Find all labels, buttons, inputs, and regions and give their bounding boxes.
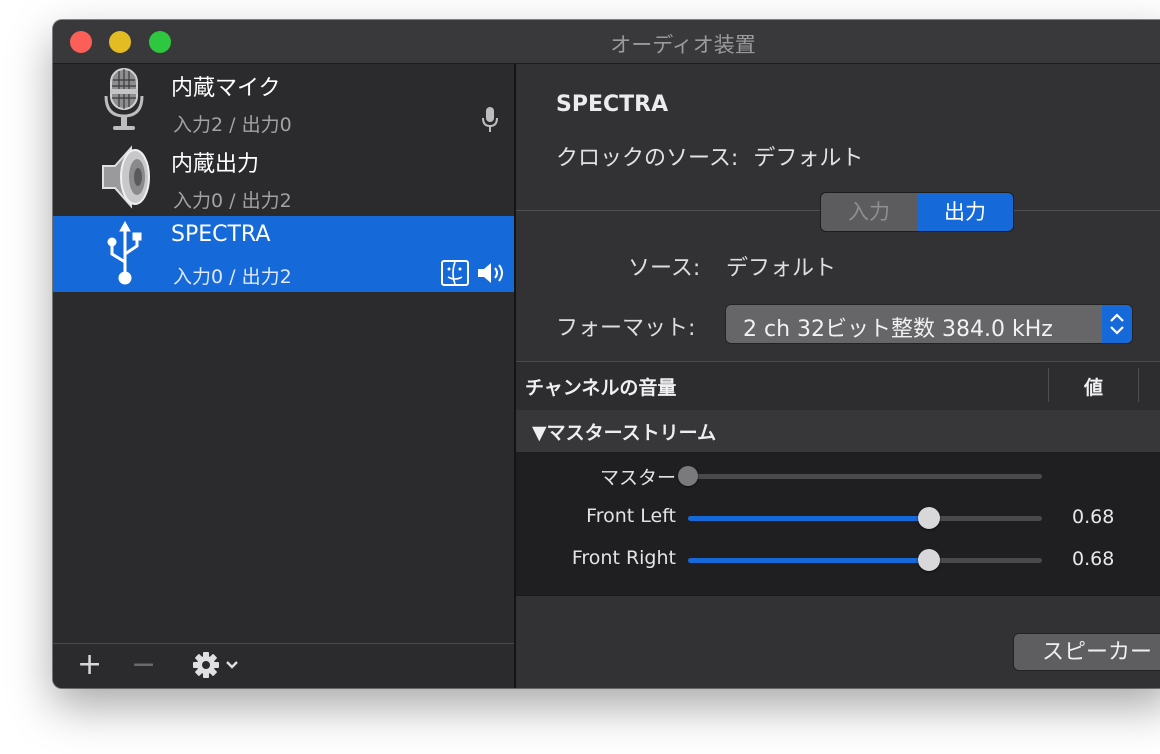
group-title: ▼マスターストリーム bbox=[532, 422, 717, 444]
device-name: 内蔵出力 bbox=[171, 152, 260, 177]
channel-label: マスター bbox=[599, 467, 676, 489]
clock-source: クロックのソース: デフォルト bbox=[556, 140, 863, 172]
title-bar: オーディオ装置 bbox=[53, 20, 1160, 64]
column-separator bbox=[1138, 368, 1139, 402]
device-io: 入力0 / 出力2 bbox=[173, 190, 292, 212]
window-title: オーディオ装置 bbox=[610, 33, 756, 57]
device-item-spectra[interactable]: SPECTRA 入力0 / 出力2 bbox=[53, 216, 514, 292]
chevron-updown-icon bbox=[1102, 305, 1132, 343]
device-title: SPECTRA bbox=[556, 92, 669, 117]
device-detail-pane: SPECTRA クロックのソース: デフォルト 入力 出力 ソース: デフォルト… bbox=[516, 64, 1160, 688]
clock-source-label: クロックのソース: bbox=[556, 146, 739, 171]
volume-slider[interactable] bbox=[688, 507, 1042, 529]
column-value[interactable]: 値 bbox=[1084, 373, 1103, 400]
sidebar-toolbar: + − bbox=[53, 643, 514, 688]
action-menu-button[interactable] bbox=[191, 650, 245, 688]
channel-label: Front Left bbox=[586, 505, 676, 527]
finder-badge-icon bbox=[441, 260, 469, 286]
device-item-builtin-output[interactable]: 内蔵出力 入力0 / 出力2 bbox=[53, 140, 514, 216]
gear-icon bbox=[193, 652, 238, 678]
column-channel-volume[interactable]: チャンネルの音量 bbox=[525, 373, 676, 400]
volume-slider-knob[interactable] bbox=[917, 507, 940, 529]
source-label: ソース: bbox=[628, 256, 701, 281]
volume-slider-fill bbox=[688, 516, 929, 521]
volume-slider[interactable] bbox=[678, 466, 1042, 486]
tab-input[interactable]: 入力 bbox=[821, 193, 917, 231]
configure-speakers-button[interactable]: スピーカー bbox=[1013, 633, 1160, 671]
channel-label: Front Right bbox=[571, 547, 676, 569]
device-name: SPECTRA bbox=[171, 222, 271, 247]
device-name: 内蔵マイク bbox=[171, 76, 281, 101]
audio-devices-window: オーディオ装置 内蔵マイク 入力2 / 出力0 内蔵出力 入力0 / 出力2 S… bbox=[53, 20, 1160, 688]
volume-slider-fill bbox=[688, 558, 929, 563]
source-value: デフォルト bbox=[726, 256, 837, 281]
column-separator bbox=[1048, 368, 1049, 402]
master-stream-group[interactable]: ▼マスターストリーム bbox=[516, 410, 1160, 453]
device-io: 入力0 / 出力2 bbox=[173, 266, 292, 288]
volume-badge-icon bbox=[478, 263, 503, 283]
tab-output[interactable]: 出力 bbox=[917, 193, 1013, 231]
channel-table-header: チャンネルの音量 値 bbox=[516, 361, 1160, 411]
volume-slider[interactable] bbox=[688, 549, 1042, 571]
device-list: 内蔵マイク 入力2 / 出力0 内蔵出力 入力0 / 出力2 SPECTRA 入… bbox=[53, 64, 514, 688]
remove-device-button[interactable]: − bbox=[131, 648, 156, 682]
device-io: 入力2 / 出力0 bbox=[173, 114, 292, 136]
clock-source-value: デフォルト bbox=[753, 146, 864, 171]
format-label: フォーマット: bbox=[556, 316, 696, 341]
separator bbox=[516, 595, 1160, 596]
volume-slider-knob[interactable] bbox=[678, 466, 698, 486]
channel-value: 0.68 bbox=[1072, 506, 1115, 528]
usb-icon bbox=[107, 220, 142, 285]
microphone-icon bbox=[104, 68, 144, 130]
format-popup[interactable]: 2 ch 32ビット整数 384.0 kHz bbox=[725, 304, 1133, 344]
add-device-button[interactable]: + bbox=[77, 648, 102, 682]
channel-list: マスター Front Left 0.68 Front Right 0.68 bbox=[516, 453, 1160, 595]
mic-badge-icon bbox=[482, 107, 498, 132]
format-value: 2 ch 32ビット整数 384.0 kHz bbox=[743, 317, 1053, 342]
volume-slider-knob[interactable] bbox=[917, 549, 940, 571]
io-segmented-control: 入力 出力 bbox=[820, 192, 1014, 232]
device-item-builtin-mic[interactable]: 内蔵マイク 入力2 / 出力0 bbox=[53, 64, 514, 140]
channel-value: 0.68 bbox=[1072, 548, 1115, 570]
speaker-icon bbox=[102, 145, 150, 209]
